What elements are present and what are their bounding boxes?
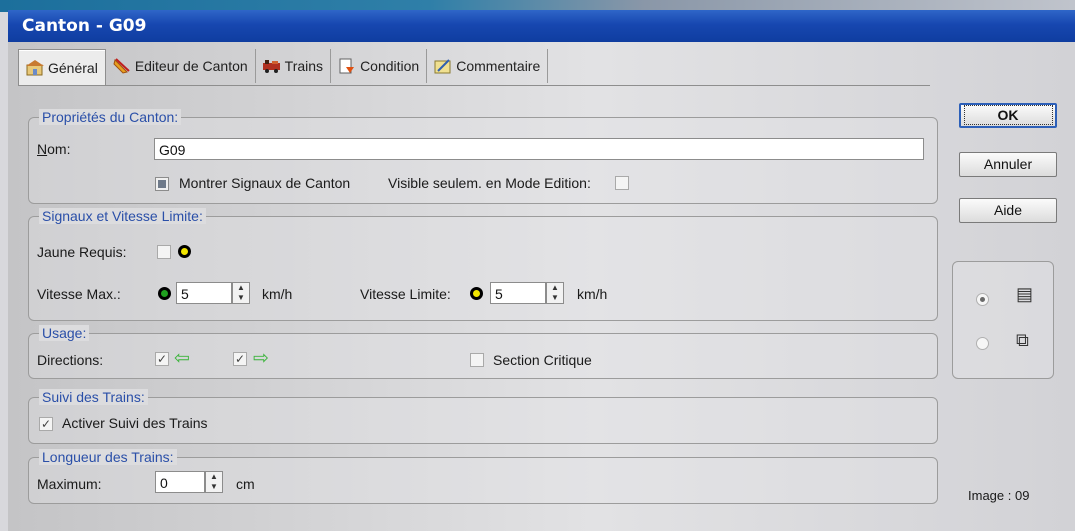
title-bar: Canton - G09	[8, 10, 1075, 42]
tab-trains-label: Trains	[284, 58, 324, 74]
view-multi-radio[interactable]	[976, 337, 989, 350]
tab-editor-label: Editeur de Canton	[134, 58, 248, 74]
max-speed-input[interactable]: 5	[176, 282, 232, 304]
usage-legend: Usage:	[39, 325, 90, 341]
editor-icon	[113, 58, 131, 74]
ok-button-label: OK	[963, 105, 1053, 125]
max-length-spinner[interactable]: ▲ ▼	[205, 471, 223, 493]
limit-speed-label: Vitesse Limite:	[360, 286, 451, 302]
name-label-rest: om:	[47, 141, 71, 157]
max-speed-unit: km/h	[262, 286, 293, 302]
list-view-icon: ▤	[1016, 284, 1034, 304]
condition-icon	[338, 58, 356, 74]
arrow-right-icon: ⇨	[253, 348, 269, 369]
window-title: Canton - G09	[22, 16, 147, 36]
properties-legend: Propriétés du Canton:	[39, 109, 182, 125]
trains-icon	[262, 58, 281, 74]
view-mode-panel	[952, 261, 1054, 379]
name-label: Nom:	[37, 141, 71, 157]
green-signal-icon	[158, 287, 171, 300]
cancel-button[interactable]: Annuler	[959, 152, 1057, 177]
activate-tracking-label: Activer Suivi des Trains	[62, 415, 208, 431]
max-length-label: Maximum:	[37, 476, 102, 492]
yellow-signal-icon	[470, 287, 483, 300]
tab-general-label: Général	[48, 59, 98, 76]
length-legend: Longueur des Trains:	[39, 449, 177, 465]
tab-condition[interactable]: Condition	[331, 49, 428, 83]
general-icon	[26, 59, 44, 76]
yellow-required-label: Jaune Requis:	[37, 244, 127, 260]
max-speed-label: Vitesse Max.:	[37, 286, 121, 302]
ok-button[interactable]: OK	[959, 103, 1057, 128]
multi-window-icon: ⧉	[1016, 330, 1029, 350]
tab-comment[interactable]: Commentaire	[427, 49, 549, 83]
name-input[interactable]: G09	[154, 138, 924, 160]
max-length-unit: cm	[236, 476, 255, 492]
max-speed-spinner[interactable]: ▲ ▼	[232, 282, 250, 304]
tab-underline	[18, 85, 930, 86]
direction-right-checkbox[interactable]: ✓	[233, 352, 247, 366]
directions-label: Directions:	[37, 352, 104, 368]
image-counter: Image : 09	[968, 488, 1030, 503]
limit-speed-input[interactable]: 5	[490, 282, 546, 304]
view-list-radio[interactable]	[976, 293, 989, 306]
critical-section-label: Section Critique	[493, 352, 592, 368]
signals-group: Signaux et Vitesse Limite:	[28, 208, 938, 321]
signals-legend: Signaux et Vitesse Limite:	[39, 208, 206, 224]
yellow-required-checkbox[interactable]	[157, 245, 171, 259]
activate-tracking-checkbox[interactable]: ✓	[39, 417, 53, 431]
arrow-left-icon: ⇦	[174, 348, 190, 369]
tab-editor[interactable]: Editeur de Canton	[106, 49, 256, 83]
tab-general[interactable]: Général	[18, 49, 106, 85]
tab-bar: Général Editeur de Canton Trains Conditi…	[18, 49, 549, 85]
help-button[interactable]: Aide	[959, 198, 1057, 223]
max-length-input[interactable]: 0	[155, 471, 205, 493]
yellow-signal-icon	[178, 245, 191, 258]
comment-icon	[434, 58, 452, 74]
critical-section-checkbox[interactable]	[470, 353, 484, 367]
tab-comment-label: Commentaire	[456, 58, 541, 74]
show-signals-label: Montrer Signaux de Canton	[179, 175, 351, 191]
tab-trains[interactable]: Trains	[256, 49, 332, 83]
visible-edit-label: Visible seulem. en Mode Edition:	[388, 175, 591, 191]
tab-condition-label: Condition	[360, 58, 420, 74]
limit-speed-spinner[interactable]: ▲ ▼	[546, 282, 564, 304]
visible-edit-checkbox[interactable]	[615, 176, 629, 190]
limit-speed-unit: km/h	[577, 286, 608, 302]
critical-section-text: Section Critique	[493, 352, 592, 368]
tracking-legend: Suivi des Trains:	[39, 389, 148, 405]
show-signals-checkbox[interactable]	[155, 177, 169, 191]
direction-left-checkbox[interactable]: ✓	[155, 352, 169, 366]
